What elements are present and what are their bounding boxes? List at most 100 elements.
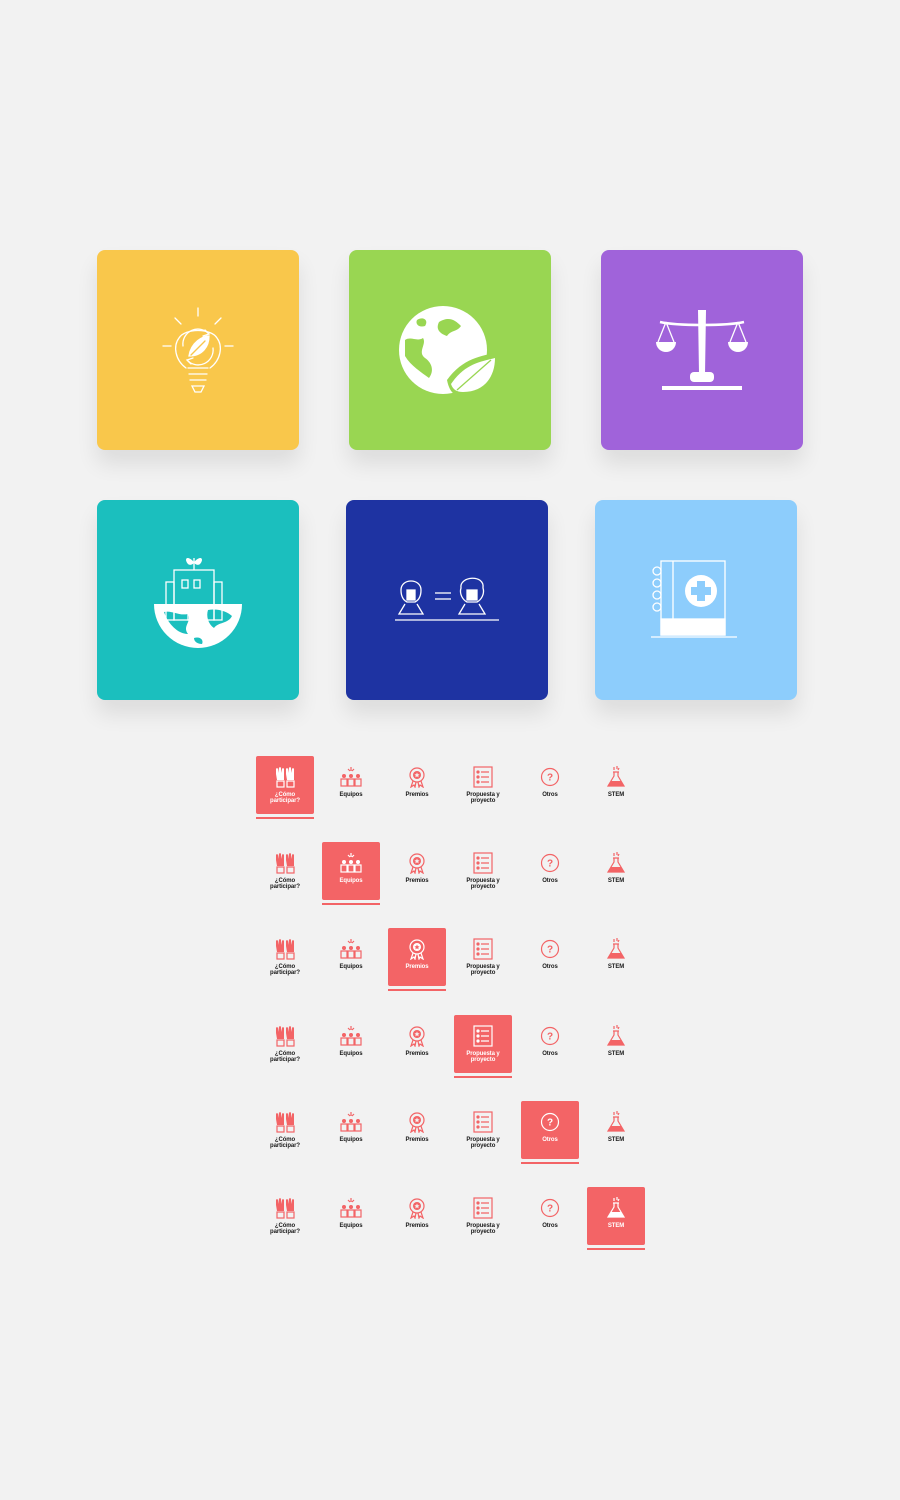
tab-label: Otros [542, 792, 558, 798]
tab-premios[interactable]: Premios [388, 928, 446, 991]
tab-bar-variant: ¿Cómo participar? Equipos Premios Propuesta… [255, 756, 655, 820]
tab-equipos[interactable]: Equipos [322, 1101, 380, 1159]
tab-otros[interactable]: ? Otros [521, 1015, 579, 1073]
tab-label: ¿Cómo participar? [270, 1051, 300, 1063]
award-ribbon-icon [406, 766, 428, 788]
tab-label: Otros [542, 878, 558, 884]
tab-label: Otros [542, 1137, 558, 1143]
tab-premios[interactable]: Premios [388, 1101, 446, 1159]
tab-label: STEM [607, 1223, 625, 1229]
tab-equipos[interactable]: Equipos [322, 928, 380, 986]
tile-sustainable-cities[interactable] [97, 500, 299, 700]
raised-hands-icon [274, 1111, 296, 1133]
tab-label: Otros [542, 1223, 558, 1229]
tab-como-participar[interactable]: ¿Cómo participar? [256, 1015, 314, 1073]
tab-premios[interactable]: Premios [388, 1015, 446, 1073]
tab-label: Premios [405, 1051, 429, 1057]
tab-label: Equipos [339, 792, 363, 798]
flask-icon [605, 1197, 627, 1219]
flask-icon [605, 1025, 627, 1047]
raised-hands-icon [274, 1197, 296, 1219]
tab-stem[interactable]: STEM [587, 756, 645, 814]
tab-propuesta-proyecto[interactable]: Propuesta y proyecto [454, 928, 512, 986]
earth-leaf-icon [399, 306, 499, 396]
tab-label: Equipos [339, 878, 363, 884]
proposal-list-icon [472, 938, 494, 960]
tile-environment[interactable] [349, 250, 551, 450]
tab-label: Otros [542, 964, 558, 970]
tab-propuesta-proyecto[interactable]: Propuesta y proyecto [454, 1101, 512, 1159]
tab-label: ¿Cómo participar? [270, 1223, 300, 1235]
tab-label: ¿Cómo participar? [270, 1137, 300, 1149]
tab-equipos[interactable]: Equipos [322, 842, 380, 905]
tab-como-participar[interactable]: ¿Cómo participar? [256, 928, 314, 986]
active-underline [322, 903, 380, 905]
svg-text:?: ? [547, 1118, 553, 1129]
flask-icon [605, 938, 627, 960]
award-ribbon-icon [406, 1025, 428, 1047]
balance-scale-icon [656, 310, 748, 390]
question-circle-icon: ? [539, 1197, 561, 1219]
tab-equipos[interactable]: Equipos [322, 756, 380, 814]
raised-hands-icon [274, 852, 296, 874]
award-ribbon-icon [406, 852, 428, 874]
tile-innovation[interactable] [97, 250, 299, 450]
tile-equality[interactable] [346, 500, 548, 700]
team-icon [340, 1111, 362, 1133]
tab-bar-variant: ¿Cómo participar? Equipos Premios Propuesta… [255, 842, 655, 906]
question-circle-icon: ? [539, 1111, 561, 1133]
tab-label: ¿Cómo participar? [270, 792, 300, 804]
tab-label: STEM [607, 792, 625, 798]
tab-label: Premios [405, 1223, 429, 1229]
tab-como-participar[interactable]: ¿Cómo participar? [256, 756, 314, 819]
tab-otros[interactable]: ? Otros [521, 1187, 579, 1245]
tile-health[interactable] [595, 500, 797, 700]
tab-premios[interactable]: Premios [388, 842, 446, 900]
proposal-list-icon [472, 852, 494, 874]
tab-otros[interactable]: ? Otros [521, 842, 579, 900]
tab-como-participar[interactable]: ¿Cómo participar? [256, 1101, 314, 1159]
tab-otros[interactable]: ? Otros [521, 756, 579, 814]
tab-premios[interactable]: Premios [388, 756, 446, 814]
question-circle-icon: ? [539, 1025, 561, 1047]
tab-bar-variant: ¿Cómo participar? Equipos Premios Propuesta… [255, 1015, 655, 1079]
active-underline [587, 1248, 645, 1250]
tab-como-participar[interactable]: ¿Cómo participar? [256, 842, 314, 900]
tab-propuesta-proyecto[interactable]: Propuesta y proyecto [454, 842, 512, 900]
team-icon [340, 1197, 362, 1219]
award-ribbon-icon [406, 1111, 428, 1133]
tab-label: Propuesta y proyecto [466, 1137, 500, 1149]
team-icon [340, 1025, 362, 1047]
flask-icon [605, 1111, 627, 1133]
tab-stem[interactable]: STEM [587, 1101, 645, 1159]
award-ribbon-icon [406, 1197, 428, 1219]
tile-justice[interactable] [601, 250, 803, 450]
tab-label: Equipos [339, 964, 363, 970]
tab-stem[interactable]: STEM [587, 842, 645, 900]
tab-label: ¿Cómo participar? [270, 964, 300, 976]
tab-stem[interactable]: STEM [587, 928, 645, 986]
medical-notebook-icon [651, 560, 737, 638]
tab-label: Premios [405, 1137, 429, 1143]
tab-propuesta-proyecto[interactable]: Propuesta y proyecto [454, 756, 512, 814]
active-underline [521, 1162, 579, 1164]
tab-label: STEM [607, 1051, 625, 1057]
tab-label: Equipos [339, 1137, 363, 1143]
city-on-globe-icon [154, 558, 242, 648]
tab-stem[interactable]: STEM [587, 1015, 645, 1073]
tab-propuesta-proyecto[interactable]: Propuesta y proyecto [454, 1187, 512, 1245]
tab-stem[interactable]: STEM [587, 1187, 645, 1250]
tab-label: STEM [607, 1137, 625, 1143]
svg-text:?: ? [547, 945, 553, 956]
tab-como-participar[interactable]: ¿Cómo participar? [256, 1187, 314, 1245]
tab-premios[interactable]: Premios [388, 1187, 446, 1245]
tab-equipos[interactable]: Equipos [322, 1015, 380, 1073]
tab-equipos[interactable]: Equipos [322, 1187, 380, 1245]
tab-label: Propuesta y proyecto [466, 1223, 500, 1235]
raised-hands-icon [274, 1025, 296, 1047]
question-circle-icon: ? [539, 852, 561, 874]
tab-otros[interactable]: ? Otros [521, 1101, 579, 1164]
raised-hands-icon [274, 766, 296, 788]
tab-propuesta-proyecto[interactable]: Propuesta y proyecto [454, 1015, 512, 1078]
tab-otros[interactable]: ? Otros [521, 928, 579, 986]
